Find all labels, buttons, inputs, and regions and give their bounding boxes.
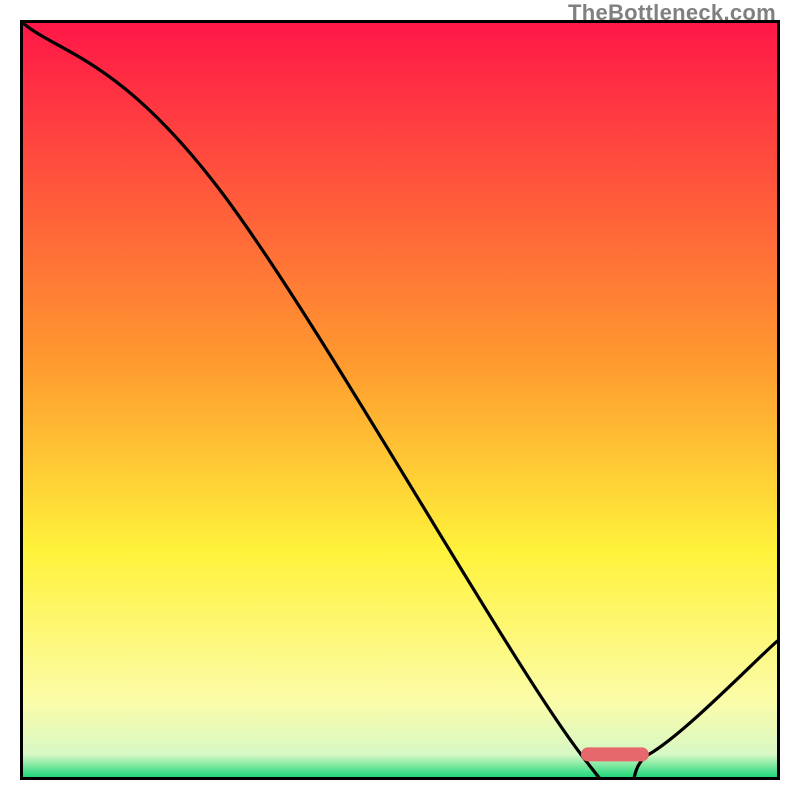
bottleneck-chart [23, 23, 777, 777]
optimal-range-marker [581, 747, 649, 761]
gradient-background [23, 23, 777, 777]
